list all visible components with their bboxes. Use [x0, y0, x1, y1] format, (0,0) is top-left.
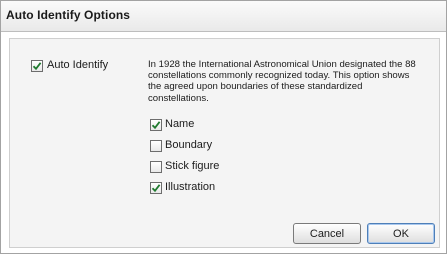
- auto-identify-checkbox[interactable]: [31, 60, 43, 72]
- cancel-button[interactable]: Cancel: [293, 223, 361, 244]
- title-bar[interactable]: Auto Identify Options: [1, 1, 446, 32]
- boundary-checkbox[interactable]: [150, 140, 162, 152]
- checkmark-icon: [151, 184, 161, 193]
- description-text: In 1928 the International Astronomical U…: [148, 59, 416, 104]
- stick-figure-label[interactable]: Stick figure: [165, 160, 219, 172]
- checkmark-icon: [151, 121, 161, 130]
- illustration-checkbox[interactable]: [150, 182, 162, 194]
- stick-figure-checkbox[interactable]: [150, 161, 162, 173]
- illustration-label[interactable]: Illustration: [165, 181, 215, 193]
- boundary-label[interactable]: Boundary: [165, 139, 212, 151]
- checkmark-icon: [32, 62, 42, 71]
- ok-button[interactable]: OK: [367, 223, 435, 244]
- name-label[interactable]: Name: [165, 118, 194, 130]
- dialog-title: Auto Identify Options: [6, 8, 131, 22]
- auto-identify-label[interactable]: Auto Identify: [47, 59, 108, 71]
- name-checkbox[interactable]: [150, 119, 162, 131]
- options-panel: Auto Identify In 1928 the International …: [9, 38, 440, 248]
- auto-identify-dialog: Auto Identify Options Auto Identify In 1…: [0, 0, 447, 254]
